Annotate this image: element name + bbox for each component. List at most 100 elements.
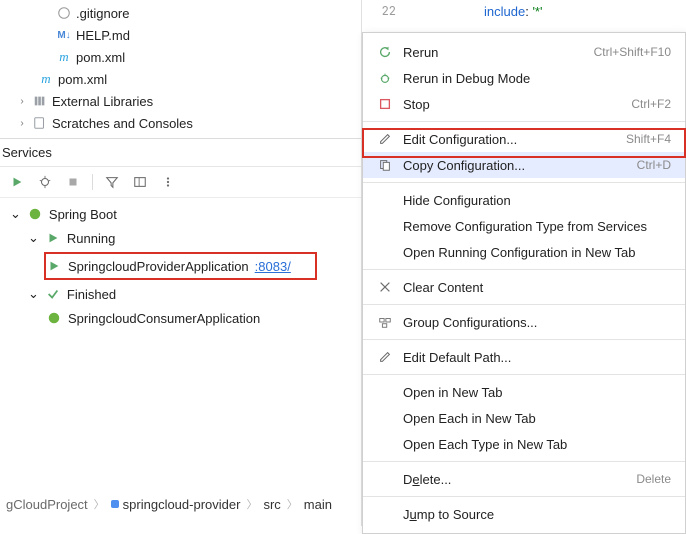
file-icon <box>56 6 72 20</box>
chevron-down-icon: ⌄ <box>28 230 39 246</box>
scratches-icon <box>32 116 48 130</box>
breadcrumb: gCloudProject springcloud-provider src m… <box>0 492 338 516</box>
spring-boot-node[interactable]: ⌄ Spring Boot <box>0 202 361 226</box>
menu-copy-configuration[interactable]: Copy Configuration... Ctrl+D <box>363 152 685 178</box>
filter-icon[interactable] <box>103 173 121 191</box>
file-pom-outer[interactable]: m pom.xml <box>0 68 361 90</box>
scratches-and-consoles[interactable]: › Scratches and Consoles <box>0 112 361 134</box>
layout-icon[interactable] <box>131 173 149 191</box>
menu-group-configurations[interactable]: Group Configurations... <box>363 309 685 335</box>
chevron-down-icon: ⌄ <box>10 206 21 222</box>
menu-label: Copy Configuration... <box>403 158 627 173</box>
menu-label: Edit Default Path... <box>403 350 671 365</box>
context-menu: Rerun Ctrl+Shift+F10 Rerun in Debug Mode… <box>362 32 686 534</box>
menu-shortcut: Delete <box>636 472 671 486</box>
menu-label: Rerun <box>403 45 584 60</box>
menu-label: Open Each in New Tab <box>377 411 671 426</box>
separator <box>363 339 685 340</box>
file-label: .gitignore <box>76 6 129 21</box>
edit-icon <box>377 132 393 146</box>
chevron-right-icon <box>92 496 107 512</box>
node-label: Finished <box>67 287 116 302</box>
app-port-link[interactable]: :8083/ <box>255 259 291 274</box>
file-pom-inner[interactable]: m pom.xml <box>0 46 361 68</box>
file-label: pom.xml <box>58 72 107 87</box>
menu-shortcut: Ctrl+F2 <box>631 97 671 111</box>
crumb-src[interactable]: src <box>263 497 280 512</box>
code-keyword: include <box>484 4 525 19</box>
separator <box>363 496 685 497</box>
node-label: Scratches and Consoles <box>52 116 193 131</box>
spring-boot-icon <box>46 311 62 325</box>
clear-icon <box>377 280 393 294</box>
project-tree: .gitignore M↓ HELP.md m pom.xml m pom.xm… <box>0 0 361 138</box>
code-content: include: '*' <box>404 3 542 20</box>
file-label: HELP.md <box>76 28 130 43</box>
chevron-right-icon: › <box>16 96 28 107</box>
finished-node[interactable]: ⌄ Finished <box>0 282 361 306</box>
crumb-main[interactable]: main <box>304 497 332 512</box>
menu-rerun[interactable]: Rerun Ctrl+Shift+F10 <box>363 39 685 65</box>
menu-stop[interactable]: Stop Ctrl+F2 <box>363 91 685 117</box>
line-number: 22 <box>370 3 404 19</box>
chevron-right-icon <box>285 496 300 512</box>
external-libraries[interactable]: › External Libraries <box>0 90 361 112</box>
consumer-application-node[interactable]: SpringcloudConsumerApplication <box>0 306 361 330</box>
stop-icon <box>377 97 393 111</box>
menu-hide-configuration[interactable]: Hide Configuration <box>363 187 685 213</box>
menu-shortcut: Shift+F4 <box>626 132 671 146</box>
crumb-project[interactable]: gCloudProject <box>6 497 88 512</box>
file-gitignore[interactable]: .gitignore <box>0 2 361 24</box>
finished-status-icon <box>45 287 61 301</box>
menu-label: Group Configurations... <box>403 315 671 330</box>
menu-edit-configuration[interactable]: Edit Configuration... Shift+F4 <box>363 126 685 152</box>
menu-rerun-debug[interactable]: Rerun in Debug Mode <box>363 65 685 91</box>
menu-clear-content[interactable]: Clear Content <box>363 274 685 300</box>
chevron-right-icon <box>244 496 259 512</box>
menu-remove-config-type[interactable]: Remove Configuration Type from Services <box>363 213 685 239</box>
crumb-module[interactable]: springcloud-provider <box>123 497 241 512</box>
menu-label: Open Running Configuration in New Tab <box>377 245 671 260</box>
menu-shortcut: Ctrl+D <box>637 158 671 172</box>
debug-icon[interactable] <box>36 173 54 191</box>
separator <box>363 374 685 375</box>
provider-application-node[interactable]: SpringcloudProviderApplication :8083/ <box>46 256 311 276</box>
spring-boot-icon <box>27 207 43 221</box>
services-tree: ⌄ Spring Boot ⌄ Running SpringcloudProvi… <box>0 198 361 330</box>
node-label: External Libraries <box>52 94 153 109</box>
menu-label: Rerun in Debug Mode <box>403 71 671 86</box>
menu-open-each-type-new-tab[interactable]: Open Each Type in New Tab <box>363 431 685 457</box>
menu-label: Clear Content <box>403 280 671 295</box>
menu-shortcut: Ctrl+Shift+F10 <box>594 45 671 59</box>
menu-edit-default-path[interactable]: Edit Default Path... <box>363 344 685 370</box>
menu-label: Edit Configuration... <box>403 132 616 147</box>
services-panel-header[interactable]: Services <box>0 138 361 167</box>
more-icon[interactable] <box>159 173 177 191</box>
code-line: 22 include: '*' <box>370 0 542 22</box>
chevron-right-icon: › <box>16 118 28 129</box>
separator <box>363 304 685 305</box>
library-icon <box>32 94 48 108</box>
app-name: SpringcloudConsumerApplication <box>68 311 260 326</box>
menu-label: Stop <box>403 97 621 112</box>
stop-icon[interactable] <box>64 173 82 191</box>
file-label: pom.xml <box>76 50 125 65</box>
running-node[interactable]: ⌄ Running <box>0 226 361 250</box>
menu-open-new-tab[interactable]: Open in New Tab <box>363 379 685 405</box>
menu-label: Remove Configuration Type from Services <box>377 219 671 234</box>
node-label: Spring Boot <box>49 207 117 222</box>
run-icon[interactable] <box>8 173 26 191</box>
menu-open-each-new-tab[interactable]: Open Each in New Tab <box>363 405 685 431</box>
file-help-md[interactable]: M↓ HELP.md <box>0 24 361 46</box>
maven-icon: m <box>38 71 54 87</box>
module-icon <box>111 500 119 508</box>
menu-jump-to-source[interactable]: Jump to Source <box>363 501 685 527</box>
separator <box>363 461 685 462</box>
menu-open-running-new-tab[interactable]: Open Running Configuration in New Tab <box>363 239 685 265</box>
separator <box>363 121 685 122</box>
services-toolbar <box>0 167 361 198</box>
running-status-icon <box>45 231 61 245</box>
menu-delete[interactable]: Delete... Delete <box>363 466 685 492</box>
run-icon <box>46 259 62 273</box>
edit-icon <box>377 350 393 364</box>
